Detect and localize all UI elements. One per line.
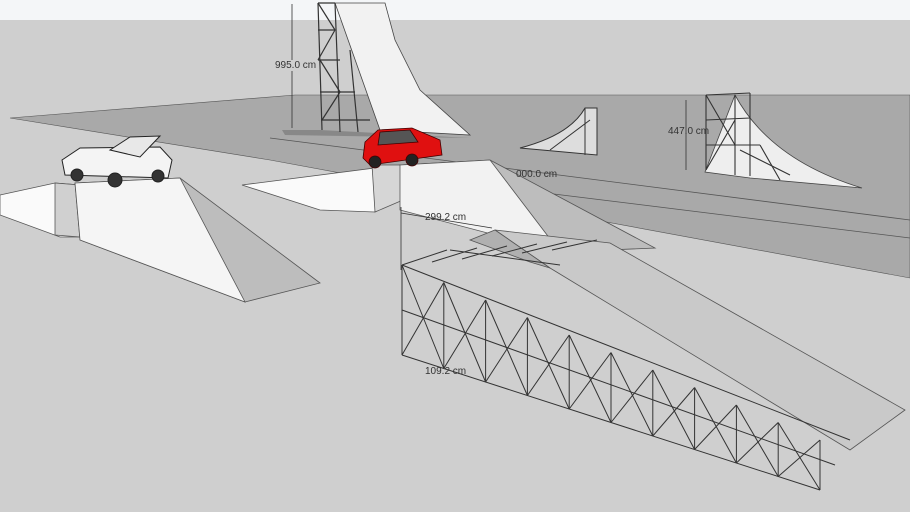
3d-model-viewport[interactable] <box>0 0 910 512</box>
dimension-label-tower: 995.0 cm <box>275 60 317 71</box>
sky <box>0 0 910 20</box>
dimension-label-base: 109.2 cm <box>425 366 467 377</box>
dimension-label-gap: 299.2 cm <box>425 212 467 223</box>
ground-plane <box>0 20 910 512</box>
dimension-label-ramp: 447.0 cm <box>668 126 710 137</box>
dimension-label-track: 000.0 cm <box>516 169 558 180</box>
